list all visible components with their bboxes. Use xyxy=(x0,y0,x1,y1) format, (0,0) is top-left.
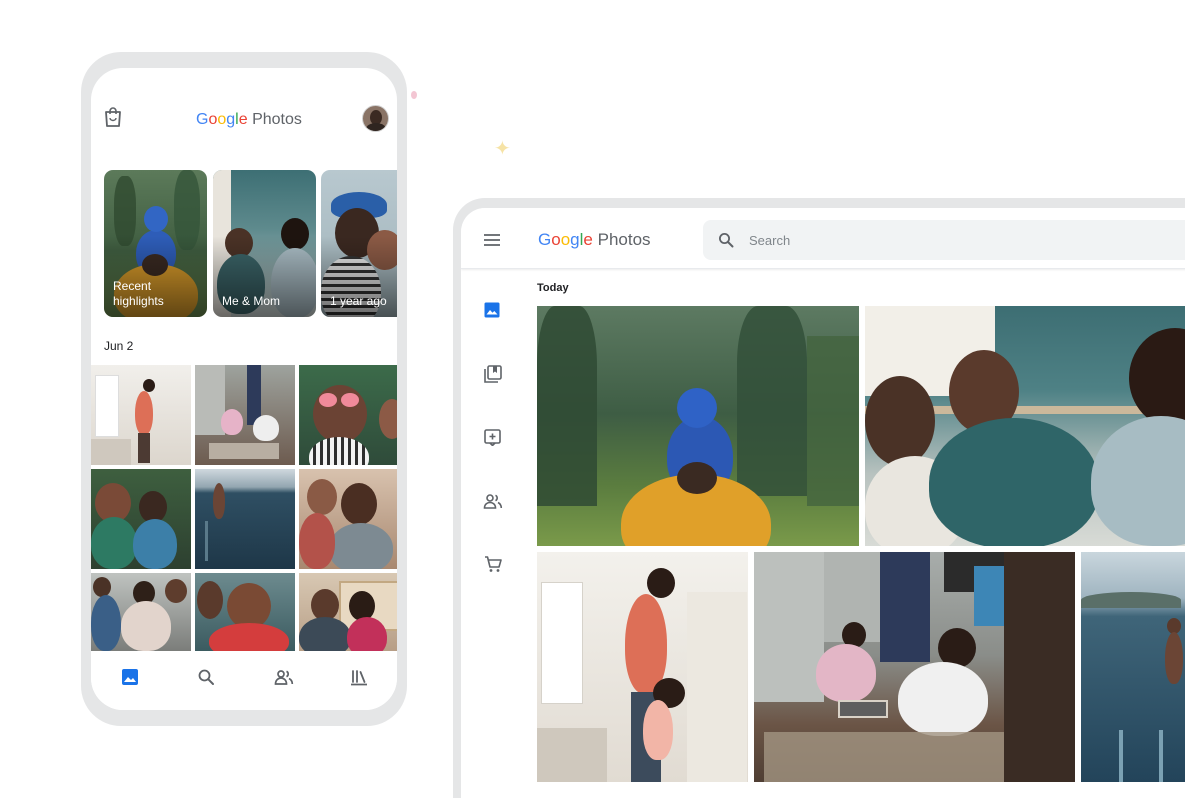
albums-nav-icon[interactable] xyxy=(484,365,502,383)
photos-nav-icon[interactable] xyxy=(484,302,500,318)
sharing-icon[interactable] xyxy=(274,668,294,686)
highlight-label: Recent highlights xyxy=(113,279,164,308)
sharing-nav-icon[interactable] xyxy=(483,493,503,509)
highlight-label: 1 year ago xyxy=(330,294,387,308)
photo-thumbnail[interactable] xyxy=(195,365,295,465)
photos-tab-icon[interactable] xyxy=(121,668,139,686)
tablet-device: Google Photos Search Today xyxy=(453,198,1185,808)
search-input[interactable]: Search xyxy=(749,233,790,248)
print-store-cart-icon[interactable] xyxy=(484,555,502,573)
photo-thumbnail[interactable] xyxy=(299,365,397,465)
section-label: Today xyxy=(537,282,569,294)
phone-device: Google Photos Recent highlights Me & Mom xyxy=(81,52,407,726)
highlight-card-1-year-ago[interactable]: 1 year ago xyxy=(321,170,397,317)
photo-thumbnail[interactable] xyxy=(1081,552,1185,782)
menu-icon[interactable] xyxy=(484,233,500,251)
bottom-nav xyxy=(91,651,397,710)
highlight-card-me-and-mom[interactable]: Me & Mom xyxy=(213,170,316,317)
avatar[interactable] xyxy=(362,105,389,132)
tablet-header: Google Photos Search xyxy=(461,208,1185,269)
photo-thumbnail[interactable] xyxy=(299,573,397,651)
shopping-bag-icon[interactable] xyxy=(103,106,123,128)
photo-thumbnail[interactable] xyxy=(195,469,295,569)
search-icon[interactable] xyxy=(197,668,215,686)
photo-thumbnail[interactable] xyxy=(537,306,859,546)
tablet-screen: Google Photos Search Today xyxy=(461,208,1185,808)
library-icon[interactable] xyxy=(350,668,368,686)
search-bar[interactable]: Search xyxy=(703,220,1185,260)
photo-thumbnail[interactable] xyxy=(754,552,1075,782)
tablet-app-logo: Google Photos xyxy=(538,230,651,249)
photo-thumbnail[interactable] xyxy=(195,573,295,651)
sparkle-decoration xyxy=(411,91,417,99)
photo-thumbnail[interactable] xyxy=(299,469,397,569)
phone-screen: Google Photos Recent highlights Me & Mom xyxy=(91,68,397,710)
utilities-nav-icon[interactable] xyxy=(484,429,501,446)
highlight-label: Me & Mom xyxy=(222,294,281,308)
photo-thumbnail[interactable] xyxy=(91,365,191,465)
date-label: Jun 2 xyxy=(104,339,134,353)
search-icon xyxy=(718,232,734,253)
sparkle-decoration: ✦ xyxy=(494,138,511,160)
photo-thumbnail[interactable] xyxy=(865,306,1185,546)
photo-thumbnail[interactable] xyxy=(91,469,191,569)
photo-thumbnail[interactable] xyxy=(537,552,748,782)
phone-app-logo: Google Photos xyxy=(196,111,302,128)
photo-thumbnail[interactable] xyxy=(91,573,191,651)
highlight-card-recent[interactable]: Recent highlights xyxy=(104,170,207,317)
